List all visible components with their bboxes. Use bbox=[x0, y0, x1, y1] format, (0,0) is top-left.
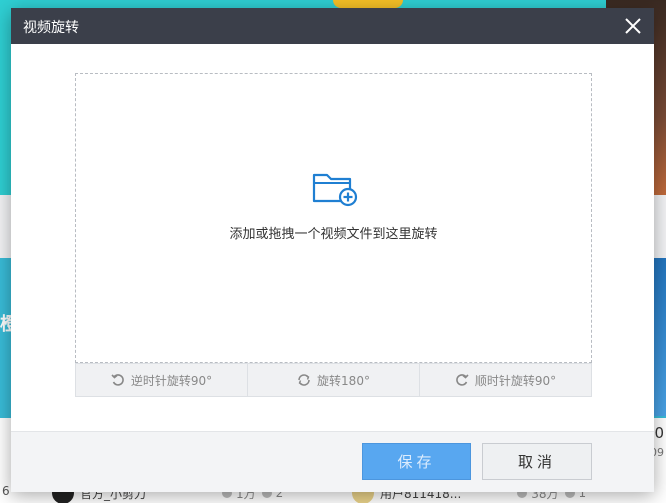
dialog-title: 视频旋转 bbox=[23, 20, 79, 36]
drop-hint-text: 添加或拖拽一个视频文件到这里旋转 bbox=[229, 227, 438, 242]
rotate-180-button[interactable]: 旋转180° bbox=[248, 364, 420, 396]
cancel-button[interactable]: 取消 bbox=[482, 443, 592, 480]
bg-yellow-shape bbox=[333, 0, 403, 8]
rotate-180-label: 旋转180° bbox=[317, 373, 370, 388]
save-button[interactable]: 保存 bbox=[362, 443, 471, 480]
dialog-footer: 保存 取消 bbox=[11, 431, 654, 492]
close-icon bbox=[625, 18, 641, 34]
rotate-ccw-90-button[interactable]: 逆时针旋转90° bbox=[76, 364, 248, 396]
rotate-ccw-label: 逆时针旋转90° bbox=[130, 373, 213, 388]
rotate-cw-icon bbox=[456, 374, 469, 386]
video-rotate-dialog: 视频旋转 添加或拖拽一个视频文件到这里旋转 逆时针旋转90° 旋转180° 顺时… bbox=[11, 8, 654, 492]
add-folder-icon bbox=[312, 173, 358, 207]
rotate-cw-90-button[interactable]: 顺时针旋转90° bbox=[420, 364, 591, 396]
dialog-header: 视频旋转 bbox=[11, 8, 654, 44]
rotate-180-icon bbox=[298, 374, 310, 386]
video-drop-zone[interactable]: 添加或拖拽一个视频文件到这里旋转 bbox=[75, 73, 592, 363]
rotate-toolbar: 逆时针旋转90° 旋转180° 顺时针旋转90° bbox=[75, 363, 592, 397]
rotate-ccw-icon bbox=[111, 374, 124, 386]
close-button[interactable] bbox=[622, 15, 644, 37]
rotate-cw-label: 顺时针旋转90° bbox=[474, 373, 557, 388]
